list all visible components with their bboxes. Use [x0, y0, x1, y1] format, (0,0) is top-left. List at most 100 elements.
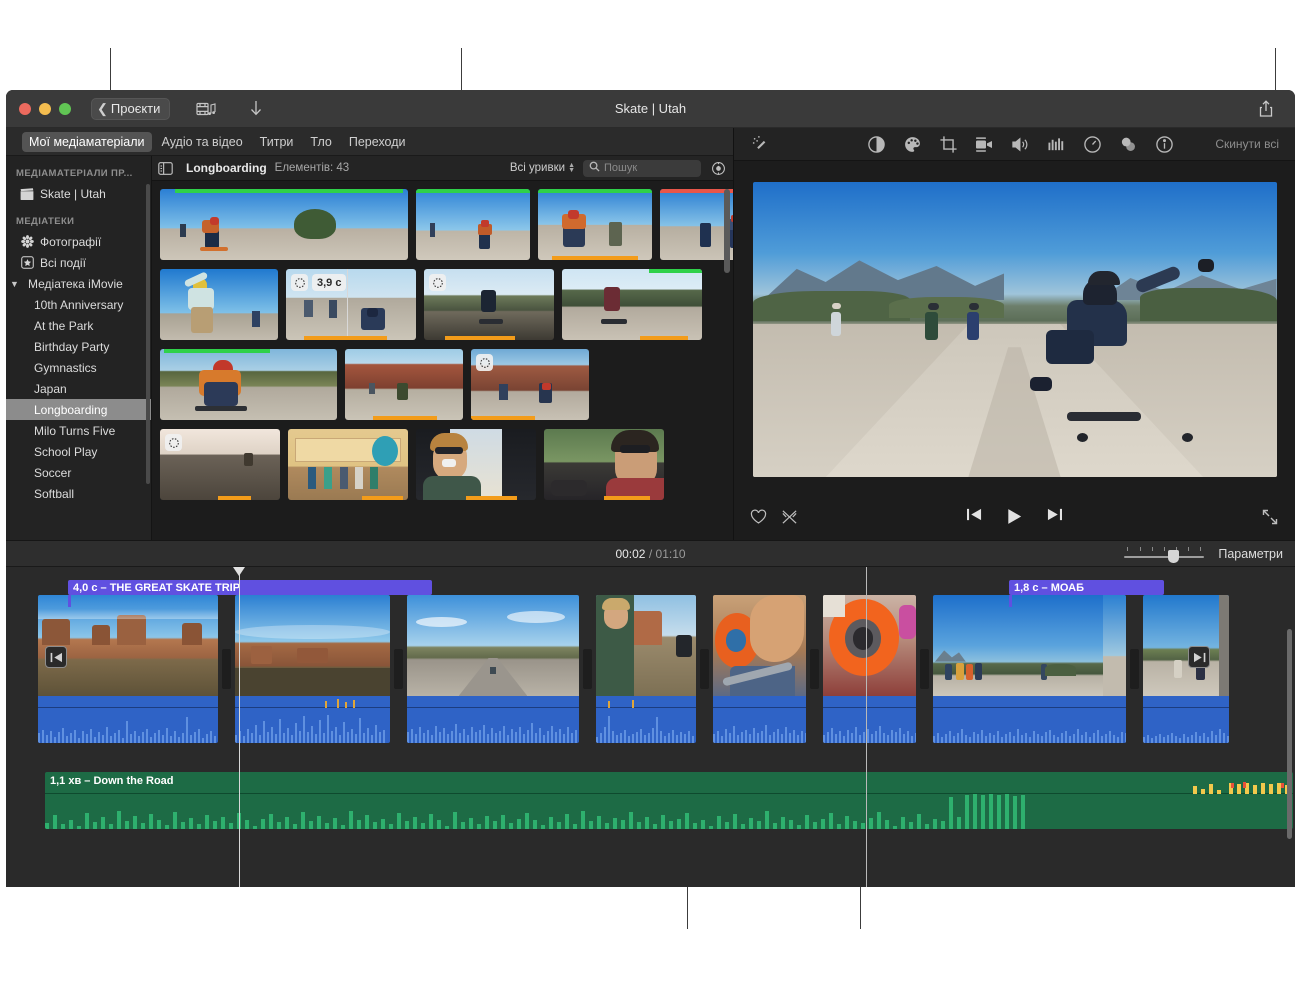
timeline-clip-orange-wheel[interactable]: [823, 595, 916, 743]
jump-to-start-button[interactable]: [45, 646, 67, 668]
reset-all-button[interactable]: Скинути всі: [1215, 137, 1279, 151]
video-preview[interactable]: [753, 182, 1277, 477]
info-button[interactable]: [1146, 135, 1182, 154]
trim-handle[interactable]: [222, 649, 231, 689]
sidebar-toggle-icon[interactable]: [152, 162, 178, 175]
libraries-sidebar[interactable]: МЕДІАМАТЕРІАЛИ ПР... Skate | Utah МЕДІАТ…: [6, 156, 152, 540]
thumbnail-clip-stretch-yellow-helmet[interactable]: [160, 269, 278, 340]
volume-button[interactable]: [1002, 136, 1038, 153]
back-to-projects-button[interactable]: ❮ Проєкти: [91, 98, 170, 120]
thumbnail-clip-skater-distant[interactable]: [416, 189, 530, 260]
sidebar-item-imovie-library[interactable]: ▼ Медіатека iMovie: [6, 273, 151, 294]
sidebar-item-gymnastics[interactable]: Gymnastics: [6, 357, 151, 378]
skip-forward-icon[interactable]: [1046, 507, 1063, 531]
play-icon[interactable]: [1005, 507, 1024, 531]
close-button[interactable]: [19, 103, 31, 115]
thumbnail-clip-laughing-passenger[interactable]: [416, 429, 536, 500]
thumbnail-clip-red-rocks[interactable]: [345, 349, 463, 420]
timeline-clip-skaters-road[interactable]: [1143, 595, 1229, 743]
search-field[interactable]: [604, 162, 695, 174]
tab-backgrounds[interactable]: Тло: [303, 132, 338, 152]
timeline-clip-monument-valley[interactable]: [38, 595, 218, 743]
timeline-clip-group-mountains[interactable]: [933, 595, 1126, 743]
crop-button[interactable]: [930, 135, 966, 154]
color-balance-button[interactable]: [858, 135, 894, 154]
timeline-skimmer[interactable]: [866, 567, 867, 887]
sidebar-item-photos[interactable]: Фотографії: [6, 231, 151, 252]
thumbnail-clip-downhill-valley[interactable]: [424, 269, 554, 340]
download-icon[interactable]: [242, 97, 270, 121]
share-icon[interactable]: [1253, 97, 1279, 121]
duration-badge: 3,9 с: [312, 274, 346, 291]
timeline[interactable]: 4,0 с – THE GREAT SKATE TRIP 1,8 с – МОА…: [6, 567, 1295, 887]
trim-handle[interactable]: [583, 649, 592, 689]
speed-button[interactable]: [1074, 135, 1110, 154]
sidebar-item-all-events[interactable]: Всі події: [6, 252, 151, 273]
sidebar-item-japan[interactable]: Japan: [6, 378, 151, 399]
timeline-clip-highway[interactable]: [407, 595, 579, 743]
sidebar-item-label: Медіатека iMovie: [28, 277, 123, 291]
tab-audio-video[interactable]: Аудіо та відео: [155, 132, 250, 152]
skip-back-icon[interactable]: [966, 507, 983, 531]
thumbnail-clip-sunglasses-woman[interactable]: [544, 429, 664, 500]
sidebar-item-soccer[interactable]: Soccer: [6, 462, 151, 483]
thumbnail-scrollbar[interactable]: [724, 189, 730, 273]
thumbnail-clip-sun-flare-road[interactable]: [160, 429, 280, 500]
sidebar-item-milo-turns-five[interactable]: Milo Turns Five: [6, 420, 151, 441]
thumbnail-grid[interactable]: 3,9 с: [152, 181, 733, 540]
timeline-clip-wheel-hands[interactable]: [713, 595, 806, 743]
sidebar-item-skate-utah[interactable]: Skate | Utah: [6, 183, 151, 204]
sidebar-item-school-play[interactable]: School Play: [6, 441, 151, 462]
disclosure-triangle-icon[interactable]: ▼: [10, 279, 20, 289]
title-clip-label: 1,8 с – МОАБ: [1014, 582, 1084, 594]
chevron-updown-icon: ▲▼: [568, 163, 575, 173]
sidebar-item-birthday-party[interactable]: Birthday Party: [6, 336, 151, 357]
title-clip-great-skate-trip[interactable]: 4,0 с – THE GREAT SKATE TRIP: [68, 580, 432, 595]
thumbnail-clip-red-rocks-two[interactable]: [471, 349, 589, 420]
noise-reduction-button[interactable]: [1038, 136, 1074, 153]
event-item-count: Елементів: 43: [275, 162, 350, 174]
thumbnail-clip-skater-crouch[interactable]: [538, 189, 652, 260]
trim-handle[interactable]: [810, 649, 819, 689]
sidebar-item-at-the-park[interactable]: At the Park: [6, 315, 151, 336]
color-correction-button[interactable]: [894, 135, 930, 154]
zoom-knob[interactable]: [1168, 550, 1179, 563]
tab-transitions[interactable]: Переходи: [342, 132, 413, 152]
thumbnail-clip-orange-shirt-crouch[interactable]: [160, 349, 337, 420]
timeline-clip-canyonlands[interactable]: [235, 595, 390, 743]
jump-to-end-button[interactable]: [1188, 646, 1210, 668]
sidebar-scrollbar[interactable]: [146, 184, 150, 484]
zoom-button[interactable]: [59, 103, 71, 115]
trim-handle[interactable]: [920, 649, 929, 689]
tab-my-media[interactable]: Мої медіаматеріали: [22, 132, 152, 152]
sidebar-item-label: At the Park: [34, 319, 93, 333]
title-clip-moab[interactable]: 1,8 с – МОАБ: [1009, 580, 1164, 595]
sidebar-item-longboarding[interactable]: Longboarding: [6, 399, 151, 420]
thumbnail-clip-group-mural[interactable]: [288, 429, 408, 500]
timeline-vertical-scrollbar[interactable]: [1287, 629, 1292, 839]
timeline-settings-button[interactable]: Параметри: [1218, 547, 1283, 561]
thumbnail-clip-39s-skimmed[interactable]: 3,9 с: [286, 269, 416, 340]
auto-enhance-button[interactable]: [742, 135, 778, 154]
sidebar-item-10th-anniversary[interactable]: 10th Anniversary: [6, 294, 151, 315]
timeline-zoom-slider[interactable]: [1124, 546, 1204, 562]
media-import-icon[interactable]: [192, 97, 220, 121]
thumbnail-clip-mountain-road[interactable]: [562, 269, 702, 340]
clip-filter-select[interactable]: Всі уривки ▲▼: [510, 162, 575, 174]
upper-panes: Мої медіаматеріали Аудіо та відео Титри …: [6, 128, 1295, 540]
gear-icon[interactable]: [709, 161, 727, 176]
minimize-button[interactable]: [39, 103, 51, 115]
tab-titles[interactable]: Титри: [253, 132, 301, 152]
search-input[interactable]: [583, 160, 701, 177]
trim-handle[interactable]: [700, 649, 709, 689]
trim-handle[interactable]: [394, 649, 403, 689]
thumbnail-clip-two-skaters[interactable]: [660, 189, 733, 260]
timeline-music-track[interactable]: 1,1 хв – Down the Road: [45, 772, 1293, 829]
sidebar-item-softball[interactable]: Softball: [6, 483, 151, 504]
timeline-playhead[interactable]: [239, 567, 240, 887]
trim-handle[interactable]: [1130, 649, 1139, 689]
timeline-clip-driver-window[interactable]: [596, 595, 696, 743]
stabilization-button[interactable]: [966, 136, 1002, 153]
thumbnail-clip-skater-red-helmet[interactable]: [160, 189, 408, 260]
clip-filter-button[interactable]: [1110, 135, 1146, 154]
